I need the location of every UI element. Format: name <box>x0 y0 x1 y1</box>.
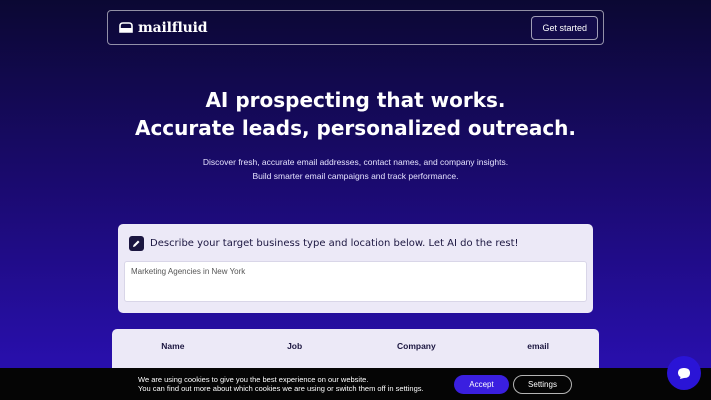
hero-subtitle-line2: Build smarter email campaigns and track … <box>252 171 459 181</box>
accept-cookies-button[interactable]: Accept <box>454 374 509 394</box>
prompt-header: Describe your target business type and l… <box>129 236 587 251</box>
top-nav: mailfluid Get started <box>107 10 604 45</box>
get-started-button[interactable]: Get started <box>531 15 598 40</box>
table-header: Name Job Company email <box>112 341 599 351</box>
pencil-icon <box>129 236 144 251</box>
mailbox-icon <box>119 22 133 33</box>
cookie-message-line1: We are using cookies to give you the bes… <box>138 374 369 384</box>
cookie-message: We are using cookies to give you the bes… <box>138 375 448 394</box>
hero-subtitle-line1: Discover fresh, accurate email addresses… <box>202 157 509 167</box>
cookie-settings-button[interactable]: Settings <box>513 374 572 394</box>
cookie-message-line2: You can find out more about which cookie… <box>138 384 424 393</box>
chat-bubble-icon <box>678 367 690 379</box>
logo[interactable]: mailfluid <box>119 19 208 36</box>
hero-title-line2: Accurate leads, personalized outreach. <box>134 116 577 140</box>
chat-widget-button[interactable] <box>667 356 701 390</box>
hero-title-line1: AI prospecting that works. <box>205 88 506 112</box>
brand-name: mailfluid <box>138 19 208 36</box>
hero-subtitle: Discover fresh, accurate email addresses… <box>0 155 711 183</box>
column-email: email <box>527 341 549 351</box>
business-prompt-input[interactable] <box>124 261 587 302</box>
hero-title: AI prospecting that works. Accurate lead… <box>0 86 711 142</box>
prompt-label: Describe your target business type and l… <box>150 238 519 249</box>
column-company: Company <box>397 341 436 351</box>
column-job: Job <box>287 341 303 351</box>
prompt-card: Describe your target business type and l… <box>118 224 593 313</box>
column-name: Name <box>161 341 185 351</box>
cookie-banner: We are using cookies to give you the bes… <box>0 368 711 400</box>
